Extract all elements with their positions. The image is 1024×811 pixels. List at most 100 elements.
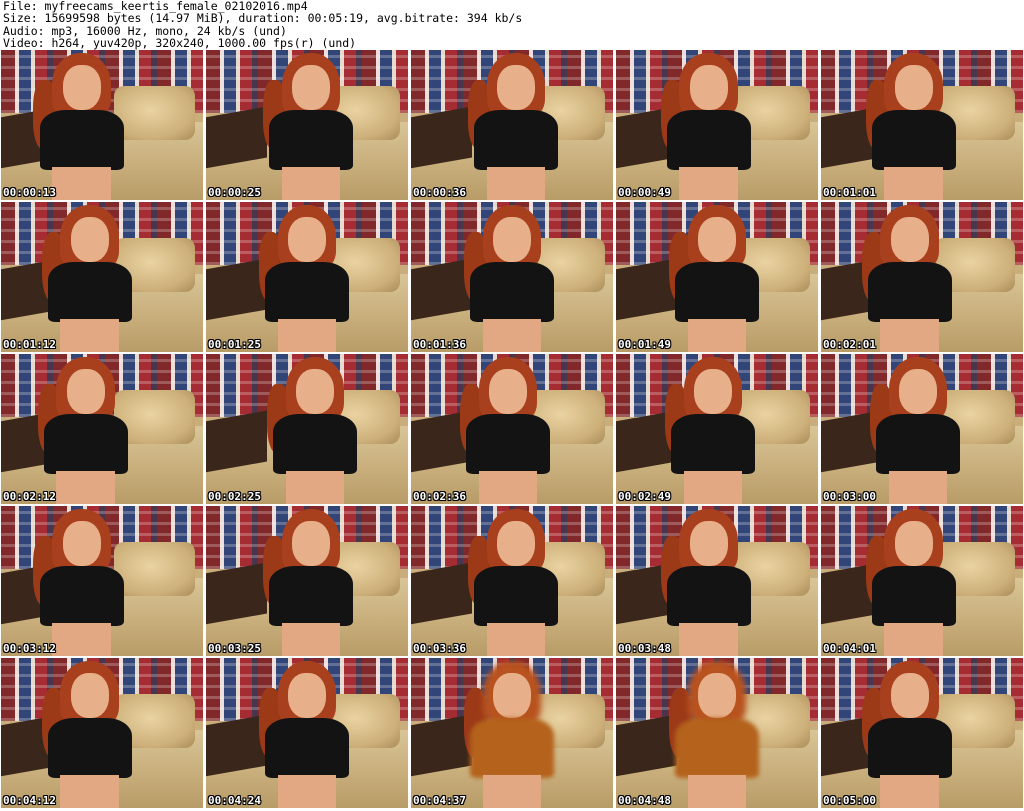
thumbnail-timestamp: 00:01:25 [208,338,261,351]
thumbnail-timestamp: 00:04:01 [823,642,876,655]
person-face [489,369,527,414]
thumbnail-timestamp: 00:02:25 [208,490,261,503]
video-thumbnail: 00:04:48 [616,658,818,808]
person-belly [884,623,944,656]
video-thumbnail: 00:04:01 [821,506,1023,656]
person-belly [277,775,337,808]
file-size-line: Size: 15699598 bytes (14.97 MiB), durati… [3,11,523,26]
person-figure [857,661,962,808]
video-thumbnail: 00:03:48 [616,506,818,656]
person-belly [277,319,337,352]
video-thumbnail: 00:03:00 [821,354,1023,504]
person-shirt [474,566,559,626]
thumbnail-timestamp: 00:05:00 [823,794,876,807]
person-belly [679,167,739,200]
person-shirt [264,262,349,322]
person-face [694,369,732,414]
person-shirt [867,718,952,778]
person-belly [52,623,112,656]
video-thumbnail: 00:02:25 [206,354,408,504]
video-thumbnail: 00:00:25 [206,50,408,200]
person-belly [285,471,345,504]
video-thumbnail: 00:02:36 [411,354,613,504]
person-face [698,217,736,262]
thumbnail-timestamp: 00:01:49 [618,338,671,351]
thumbnail-timestamp: 00:01:36 [413,338,466,351]
person-face [288,673,326,718]
person-shirt [465,414,550,474]
person-belly [482,319,542,352]
person-shirt [867,262,952,322]
person-figure [865,357,970,504]
thumbnail-timestamp: 00:04:24 [208,794,261,807]
thumbnail-timestamp: 00:02:49 [618,490,671,503]
person-face [497,521,535,566]
person-face [890,673,929,718]
person-face [497,65,535,110]
video-thumbnail: 00:02:01 [821,202,1023,352]
person-figure [29,53,134,200]
person-figure [464,509,569,656]
video-thumbnail: 00:04:37 [411,658,613,808]
person-figure [37,661,142,808]
person-face [62,521,101,566]
person-belly [679,623,739,656]
person-belly [687,319,747,352]
person-face [66,369,105,414]
thumbnail-grid: 00:00:13 00:00:25 00:00:36 00:00:49 00:01:01… [1,50,1023,810]
person-figure [664,205,769,352]
thumbnail-timestamp: 00:03:48 [618,642,671,655]
person-figure [459,205,564,352]
person-shirt [39,110,124,170]
thumbnail-timestamp: 00:02:01 [823,338,876,351]
person-face [493,673,531,718]
person-shirt [666,110,751,170]
thumbnail-timestamp: 00:02:36 [413,490,466,503]
video-info-line: Video: h264, yuv420p, 320x240, 1000.00 f… [3,35,357,50]
person-shirt [875,414,960,474]
person-belly [880,319,940,352]
video-thumbnail: 00:02:12 [1,354,203,504]
person-face [62,65,101,110]
person-face [292,521,330,566]
person-figure [37,205,142,352]
thumbnail-timestamp: 00:00:49 [618,186,671,199]
thumbnail-timestamp: 00:03:25 [208,642,261,655]
person-face [895,521,933,566]
person-face [70,673,109,718]
person-shirt [871,110,956,170]
person-figure [254,205,359,352]
person-figure [29,509,134,656]
person-figure [861,53,966,200]
person-shirt [666,566,751,626]
person-belly [56,471,116,504]
thumbnail-timestamp: 00:01:12 [3,338,56,351]
person-shirt [474,110,559,170]
person-shirt [269,566,354,626]
person-figure [660,357,765,504]
video-thumbnail: 00:01:01 [821,50,1023,200]
person-face [890,217,929,262]
thumbnail-timestamp: 00:03:36 [413,642,466,655]
thumbnail-timestamp: 00:03:12 [3,642,56,655]
thumbnail-timestamp: 00:01:01 [823,186,876,199]
person-shirt [39,566,124,626]
person-belly [482,775,542,808]
video-thumbnail: 00:05:00 [821,658,1023,808]
video-thumbnail: 00:01:36 [411,202,613,352]
video-thumbnail: 00:03:25 [206,506,408,656]
person-shirt [273,414,358,474]
person-shirt [469,262,554,322]
person-figure [259,509,364,656]
person-belly [880,775,940,808]
person-face [493,217,531,262]
video-thumbnail: 00:01:12 [1,202,203,352]
person-shirt [47,262,132,322]
person-figure [464,53,569,200]
person-figure [656,53,761,200]
person-belly [52,167,112,200]
person-face [690,65,728,110]
person-belly [486,167,546,200]
person-face [698,673,736,718]
person-belly [683,471,743,504]
